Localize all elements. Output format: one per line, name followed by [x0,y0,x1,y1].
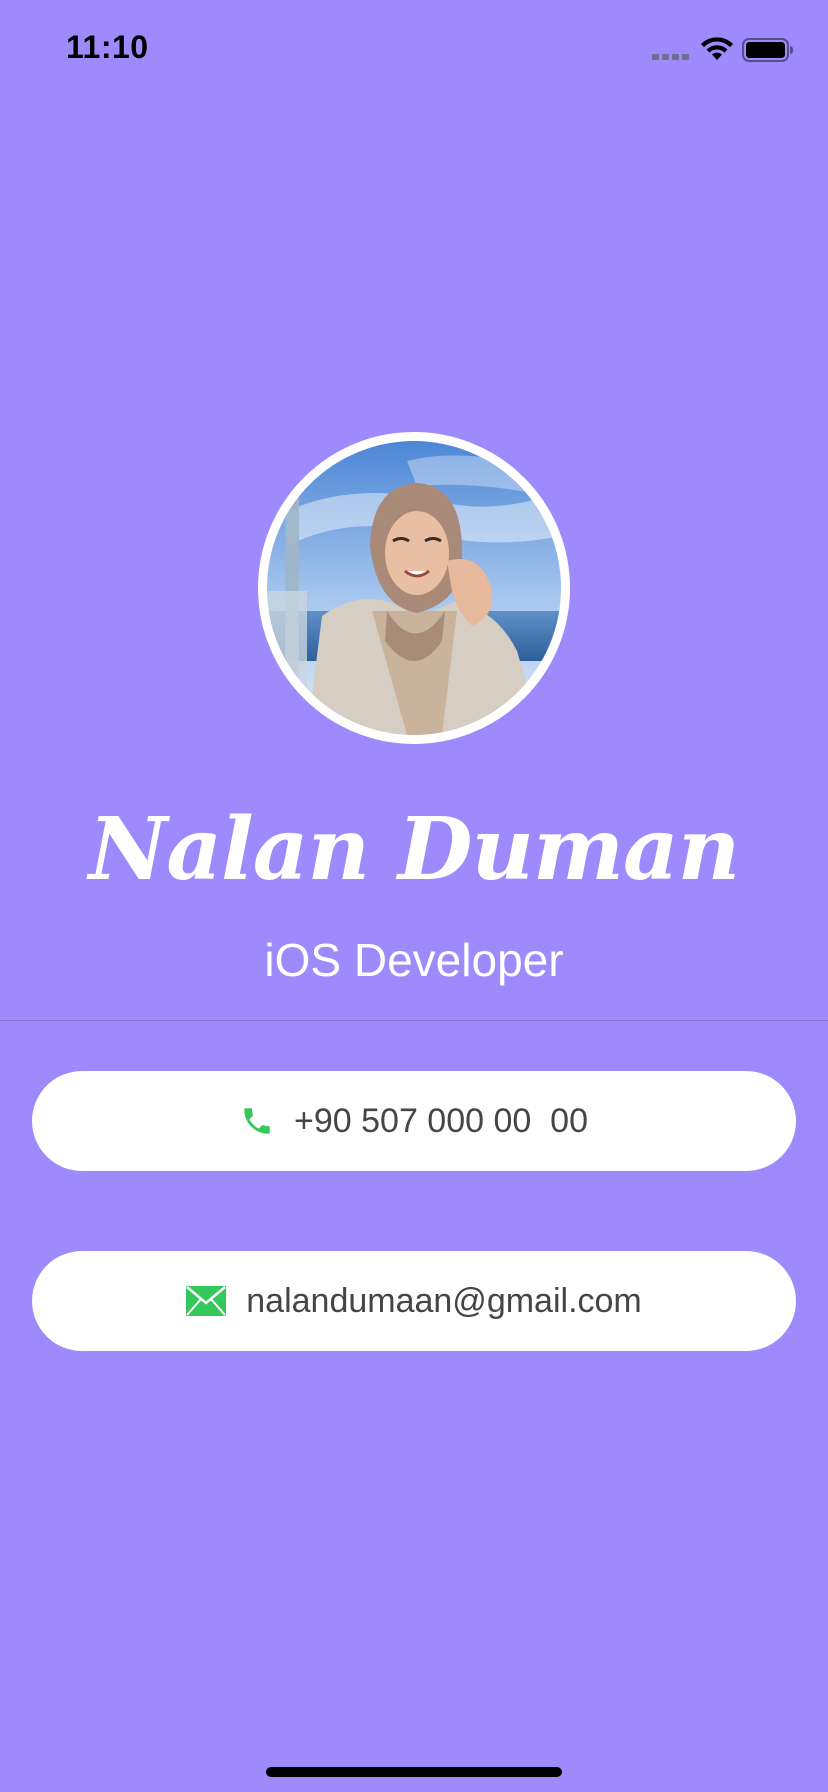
email-address: nalandumaan@gmail.com [246,1281,642,1320]
email-contact-button[interactable]: nalandumaan@gmail.com [32,1251,796,1351]
status-time: 11:10 [66,29,149,65]
profile-name: Nalan Duman [88,799,741,900]
cellular-signal-icon [652,54,689,60]
home-indicator[interactable] [266,1767,562,1777]
divider [0,1020,828,1021]
profile-photo-image [267,441,561,735]
profile-title: iOS Developer [264,934,564,986]
wifi-icon [701,37,733,60]
phone-contact-button[interactable]: +90 507 000 00 00 [32,1071,796,1171]
battery-icon [742,38,793,62]
profile-photo [258,432,570,744]
envelope-icon [186,1286,227,1316]
phone-number: +90 507 000 00 00 [294,1101,588,1140]
phone-icon [240,1104,274,1138]
status-bar: 11:10 [0,0,828,100]
